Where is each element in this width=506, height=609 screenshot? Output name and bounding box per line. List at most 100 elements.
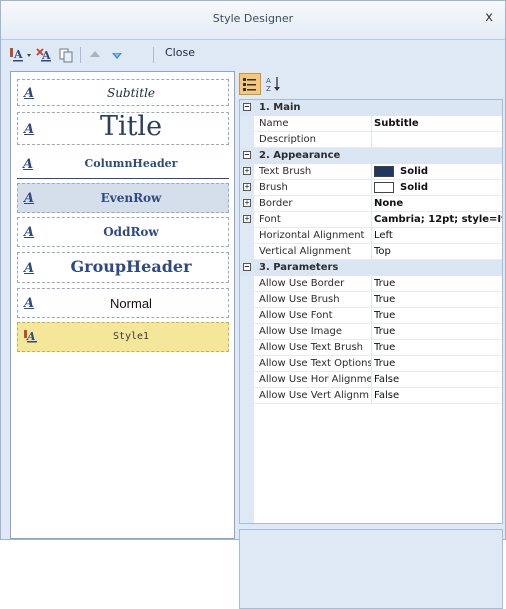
property-row-allow-use-text-options[interactable]: Allow Use Text Options True — [240, 356, 502, 372]
property-value[interactable]: True — [374, 310, 502, 321]
style-item-label: Subtitle — [106, 86, 156, 100]
property-value[interactable]: Cambria; 12pt; style=Ita — [374, 214, 502, 225]
property-value[interactable]: True — [374, 294, 502, 305]
collapse-icon[interactable]: − — [243, 151, 251, 159]
svg-text:Z: Z — [266, 85, 271, 93]
collapse-icon[interactable]: − — [243, 103, 251, 111]
style-icon: A — [24, 86, 35, 101]
property-value[interactable]: True — [374, 278, 502, 289]
property-value[interactable]: Solid — [400, 182, 502, 193]
property-row-allow-use-hor-alignment[interactable]: Allow Use Hor Alignme False — [240, 372, 502, 388]
property-label: Brush — [259, 182, 288, 193]
style-icon: A — [24, 122, 35, 137]
close-window-button[interactable]: x — [485, 10, 493, 25]
property-label: Allow Use Hor Alignme — [259, 374, 371, 385]
property-value[interactable]: Solid — [400, 166, 502, 177]
property-value[interactable]: Subtitle — [374, 118, 502, 129]
property-label: Allow Use Font — [259, 310, 333, 321]
property-label: Allow Use Brush — [259, 294, 340, 305]
close-button[interactable]: Close — [165, 46, 195, 59]
style-item-subtitle[interactable]: A Subtitle — [17, 79, 229, 106]
property-row-allow-use-brush[interactable]: Allow Use Brush True — [240, 292, 502, 308]
property-grid: − 1. Main Name Subtitle Description − 2.… — [239, 99, 503, 524]
style-item-oddrow[interactable]: A OddRow — [17, 217, 229, 247]
expand-icon[interactable]: + — [243, 183, 251, 191]
category-label: 1. Main — [259, 102, 301, 113]
property-value[interactable]: True — [374, 342, 502, 353]
style-item-label: Normal — [110, 296, 152, 311]
expand-icon[interactable]: + — [243, 167, 251, 175]
expand-icon[interactable]: + — [243, 215, 251, 223]
property-row-font[interactable]: + Font Cambria; 12pt; style=Ita — [240, 212, 502, 228]
property-label: Name — [259, 118, 289, 129]
style-item-label: EvenRow — [100, 191, 162, 205]
style-item-style1[interactable]: A Style1 — [17, 322, 229, 352]
style-item-label: ColumnHeader — [84, 157, 178, 170]
property-row-allow-use-vert-alignment[interactable]: Allow Use Vert Alignm False — [240, 388, 502, 404]
property-label: Allow Use Text Brush — [259, 342, 363, 353]
style-icon: A — [23, 157, 34, 172]
property-row-horizontal-alignment[interactable]: Horizontal Alignment Left — [240, 228, 502, 244]
property-label: Font — [259, 214, 281, 225]
styles-list: A Subtitle A Title A ColumnHeader A Even… — [10, 71, 235, 539]
property-row-description[interactable]: Description — [240, 132, 502, 148]
property-row-allow-use-border[interactable]: Allow Use Border True — [240, 276, 502, 292]
style-item-title[interactable]: A Title — [17, 111, 229, 145]
style-item-columnheader[interactable]: A ColumnHeader — [17, 149, 229, 179]
style-item-groupheader[interactable]: A GroupHeader — [17, 252, 229, 283]
style-item-label: OddRow — [103, 225, 159, 239]
category-parameters[interactable]: − 3. Parameters — [240, 260, 502, 276]
property-label: Allow Use Text Options — [259, 358, 371, 369]
property-label: Allow Use Image — [259, 326, 343, 337]
category-label: 2. Appearance — [259, 150, 341, 161]
property-panel: AZ − 1. Main Name Subtitle Description −… — [239, 71, 504, 609]
property-label: Horizontal Alignment — [259, 230, 365, 241]
property-row-brush[interactable]: + Brush Solid — [240, 180, 502, 196]
color-swatch — [374, 182, 394, 193]
categorized-icon[interactable] — [239, 73, 261, 95]
property-label: Text Brush — [259, 166, 312, 177]
property-value[interactable]: False — [374, 390, 502, 401]
property-row-name[interactable]: Name Subtitle — [240, 116, 502, 132]
property-row-allow-use-font[interactable]: Allow Use Font True — [240, 308, 502, 324]
property-value[interactable]: False — [374, 374, 502, 385]
property-label: Allow Use Vert Alignm — [259, 390, 369, 401]
property-value[interactable]: True — [374, 358, 502, 369]
toolbar: A A Close — [7, 43, 501, 67]
property-row-border[interactable]: + Border None — [240, 196, 502, 212]
style-icon: A — [24, 191, 35, 206]
style-icon: A — [24, 261, 35, 276]
property-row-allow-use-text-brush[interactable]: Allow Use Text Brush True — [240, 340, 502, 356]
style-item-normal[interactable]: A Normal — [17, 288, 229, 318]
property-grid-toolbar: AZ — [239, 71, 504, 97]
category-main[interactable]: − 1. Main — [240, 100, 502, 116]
property-value[interactable]: Top — [374, 246, 502, 257]
toolbar-separator — [80, 47, 81, 63]
property-value[interactable]: None — [374, 198, 502, 209]
style-item-label: Style1 — [112, 331, 150, 342]
property-label: Description — [259, 134, 316, 145]
delete-style-icon[interactable]: A — [35, 46, 55, 64]
property-row-vertical-alignment[interactable]: Vertical Alignment Top — [240, 244, 502, 260]
property-label: Border — [259, 198, 293, 209]
style-item-evenrow[interactable]: A EvenRow — [17, 183, 229, 213]
style-item-label: Title — [99, 111, 163, 142]
property-value[interactable]: Left — [374, 230, 502, 241]
alphabetical-sort-icon[interactable]: AZ — [265, 75, 283, 93]
svg-text:A: A — [13, 48, 23, 61]
property-row-allow-use-image[interactable]: Allow Use Image True — [240, 324, 502, 340]
toolbar-separator — [153, 47, 154, 63]
collapse-icon[interactable]: − — [243, 263, 251, 271]
category-appearance[interactable]: − 2. Appearance — [240, 148, 502, 164]
add-style-icon[interactable]: A — [9, 46, 31, 64]
style-icon: A — [24, 225, 35, 240]
property-label: Allow Use Border — [259, 278, 345, 289]
move-up-icon[interactable] — [85, 46, 105, 64]
expand-icon[interactable]: + — [243, 199, 251, 207]
property-label: Vertical Alignment — [259, 246, 351, 257]
copy-style-icon[interactable] — [57, 46, 77, 64]
property-row-text-brush[interactable]: + Text Brush Solid — [240, 164, 502, 180]
property-value[interactable]: True — [374, 326, 502, 337]
move-down-icon[interactable] — [107, 46, 127, 64]
svg-text:A: A — [266, 77, 271, 85]
